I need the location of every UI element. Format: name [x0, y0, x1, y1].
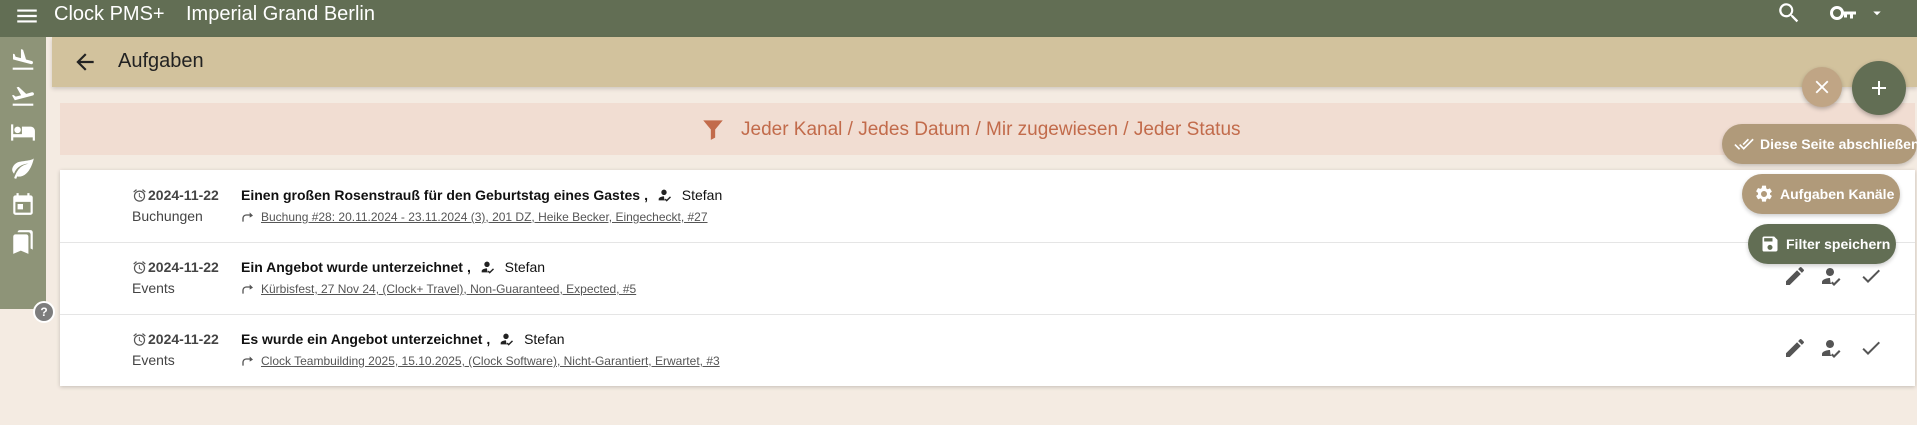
- task-title: Einen großen Rosenstrauß für den Geburts…: [241, 187, 641, 203]
- task-assignee: Stefan: [681, 187, 723, 203]
- task-separator: ,: [644, 187, 648, 203]
- save-icon: [1762, 236, 1778, 252]
- task-date: 2024-11-22: [148, 187, 219, 203]
- save-filter-label: Filter speichern: [1786, 236, 1891, 252]
- save-filter-button[interactable]: Filter speichern: [1748, 224, 1896, 264]
- sidebar: [0, 37, 46, 309]
- search-icon[interactable]: [1776, 0, 1802, 26]
- task-title: Es wurde ein Angebot unterzeichnet: [241, 331, 483, 347]
- row-actions: [1783, 264, 1893, 290]
- close-page-button[interactable]: Diese Seite abschließen: [1722, 124, 1917, 164]
- caret-down-icon[interactable]: [1868, 4, 1886, 22]
- task-list: 2024-11-22 Buchungen Einen großen Rosens…: [60, 170, 1915, 386]
- plus-icon: [1872, 81, 1886, 95]
- task-link[interactable]: Buchung #28: 20.11.2024 - 23.11.2024 (3)…: [261, 210, 708, 224]
- edit-icon[interactable]: [1783, 264, 1807, 288]
- assigned-person-icon: [481, 261, 494, 274]
- filter-icon[interactable]: [700, 116, 726, 142]
- task-category: Events: [132, 352, 175, 368]
- task-assignee: Stefan: [524, 331, 565, 347]
- task-row[interactable]: 2024-11-22 Events Ein Angebot wurde unte…: [60, 242, 1915, 315]
- add-task-fab-button[interactable]: [1852, 61, 1906, 115]
- task-row[interactable]: 2024-11-22 Events Es wurde ein Angebot u…: [60, 314, 1915, 386]
- task-channels-label: Aufgaben Kanäle: [1780, 186, 1895, 202]
- departures-icon[interactable]: [10, 83, 36, 109]
- assigned-person-icon: [500, 333, 514, 346]
- check-icon[interactable]: [1859, 264, 1883, 288]
- task-separator: ,: [466, 259, 471, 275]
- task-title-line: Einen großen Rosenstrauß für den Geburts…: [241, 187, 722, 203]
- assigned-person-icon: [658, 189, 671, 202]
- task-category: Buchungen: [132, 208, 203, 224]
- leaf-icon[interactable]: [10, 155, 36, 181]
- task-channels-button[interactable]: Aufgaben Kanäle: [1742, 174, 1900, 214]
- alarm-icon: [133, 333, 146, 346]
- redirect-icon: [242, 284, 253, 294]
- task-category: Events: [132, 280, 175, 296]
- task-title-line: Es wurde ein Angebot unterzeichnet, Stef…: [241, 331, 565, 347]
- redirect-icon: [242, 356, 253, 366]
- alarm-icon: [133, 261, 146, 274]
- arrivals-icon[interactable]: [10, 47, 36, 73]
- redirect-icon: [242, 212, 253, 222]
- hotel-name[interactable]: Imperial Grand Berlin: [186, 2, 375, 26]
- task-title-line: Ein Angebot wurde unterzeichnet, Stefan: [241, 259, 545, 275]
- close-icon: [1815, 80, 1829, 94]
- task-date: 2024-11-22: [148, 259, 219, 275]
- page-title: Aufgaben: [118, 50, 204, 72]
- task-assignee: Stefan: [504, 259, 546, 275]
- check-icon[interactable]: [1859, 336, 1883, 360]
- task-row[interactable]: 2024-11-22 Buchungen Einen großen Rosens…: [60, 170, 1915, 243]
- task-date: 2024-11-22: [148, 331, 219, 347]
- task-separator: ,: [486, 331, 491, 347]
- row-actions: [1783, 336, 1893, 362]
- close-page-label: Diese Seite abschließen: [1760, 136, 1917, 152]
- gear-icon: [1756, 185, 1772, 202]
- task-link[interactable]: Kürbisfest, 27 Nov 24, (Clock+ Travel), …: [261, 282, 636, 296]
- done-all-icon: [1734, 138, 1754, 150]
- bed-icon[interactable]: [10, 119, 36, 145]
- filter-summary[interactable]: Jeder Kanal / Jedes Datum / Mir zugewies…: [741, 119, 1241, 141]
- help-button[interactable]: ?: [33, 301, 55, 323]
- edit-icon[interactable]: [1783, 336, 1807, 360]
- top-app-bar: Clock PMS+ Imperial Grand Berlin: [0, 0, 1917, 37]
- filter-bar[interactable]: Jeder Kanal / Jedes Datum / Mir zugewies…: [60, 103, 1915, 155]
- back-arrow-icon[interactable]: [72, 49, 98, 75]
- page-header: Aufgaben: [52, 37, 1917, 87]
- task-link[interactable]: Clock Teambuilding 2025, 15.10.2025, (Cl…: [261, 354, 720, 368]
- assign-person-icon[interactable]: [1821, 264, 1845, 288]
- app-title: Clock PMS+: [54, 3, 165, 25]
- key-icon[interactable]: [1830, 2, 1858, 24]
- task-title: Ein Angebot wurde unterzeichnet: [241, 259, 463, 275]
- bookmark-icon[interactable]: [10, 229, 36, 255]
- alarm-icon: [133, 189, 146, 202]
- assign-person-icon[interactable]: [1821, 336, 1845, 360]
- close-fab-button[interactable]: [1802, 67, 1842, 107]
- menu-icon[interactable]: [14, 3, 40, 29]
- calendar-icon[interactable]: [10, 191, 36, 217]
